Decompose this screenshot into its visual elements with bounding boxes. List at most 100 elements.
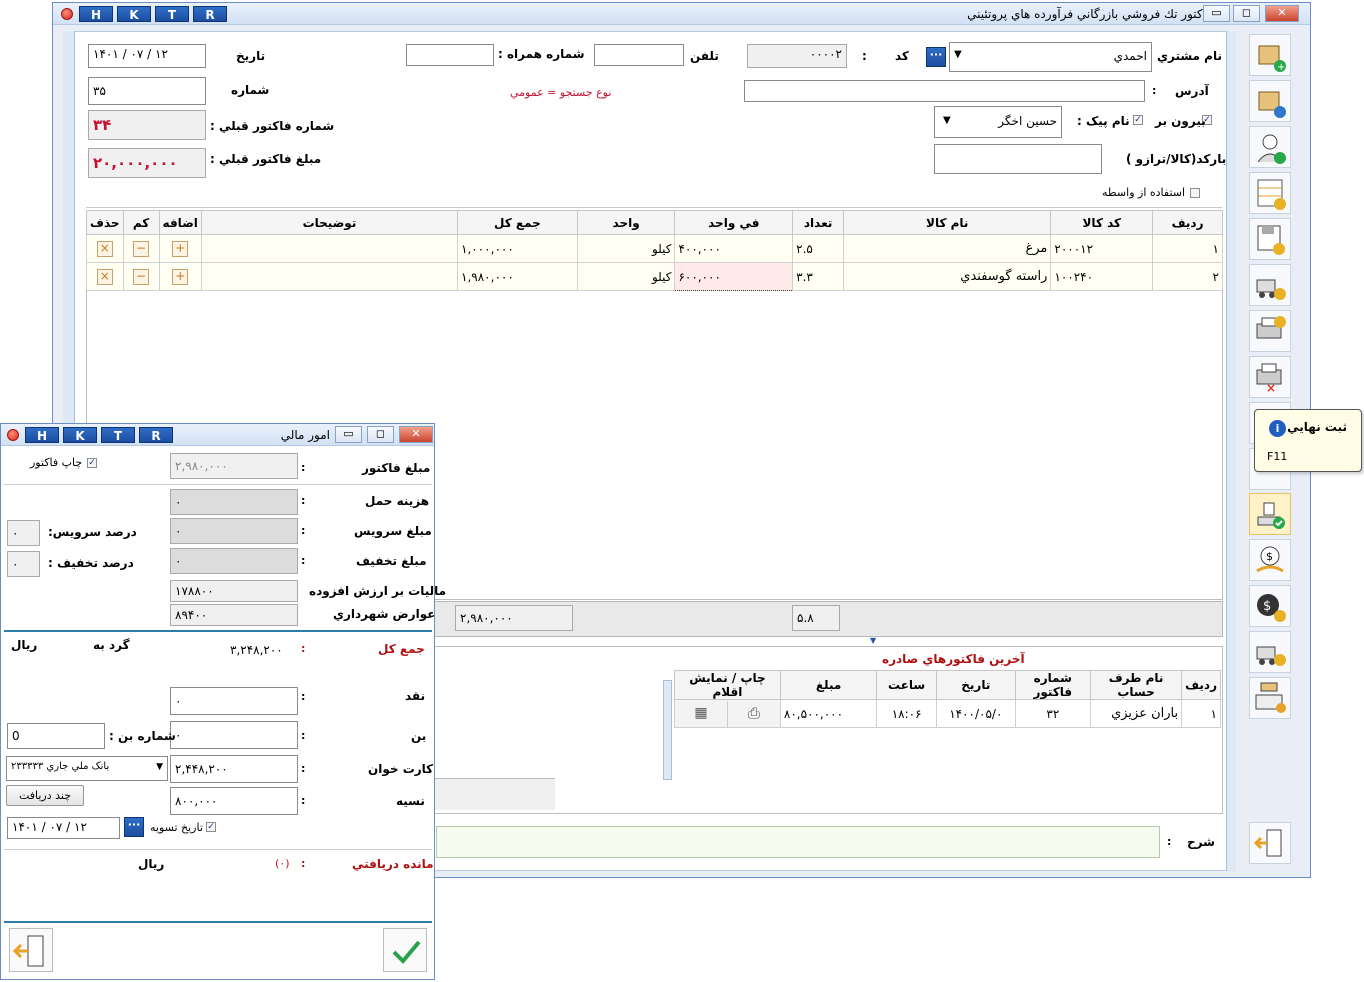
payment-button[interactable]: $ — [1249, 539, 1291, 581]
cell-unit-price[interactable]: ۶۰۰,۰۰۰ — [674, 262, 794, 291]
print-invoice-checkbox[interactable]: ✓ — [87, 458, 97, 468]
recent-splitter[interactable] — [663, 680, 672, 780]
credit-field[interactable]: ۸۰۰,۰۰۰ — [170, 787, 298, 815]
close-button[interactable]: ✕ — [1265, 5, 1299, 22]
h-button[interactable]: H — [79, 6, 113, 22]
col-date[interactable]: تاريخ — [935, 670, 1016, 700]
intermediary-label: استفاده از واسطه — [1102, 186, 1186, 199]
cell-unit-price[interactable]: ۴۰۰,۰۰۰ — [674, 234, 794, 263]
h-button[interactable]: H — [25, 427, 59, 443]
col-delete[interactable]: حذف — [86, 210, 124, 235]
cell-desc[interactable] — [200, 234, 459, 263]
remaining-label: مانده دريافتي — [352, 857, 434, 871]
delete-icon[interactable]: × — [96, 240, 113, 257]
finance-exit-button[interactable] — [9, 928, 53, 972]
delivery-view-button[interactable] — [1249, 264, 1291, 306]
currency-button[interactable]: $ — [1249, 585, 1291, 627]
cell-desc[interactable] — [200, 262, 459, 291]
col-minus[interactable]: كم — [122, 210, 160, 235]
maximize-button[interactable]: ◻ — [367, 426, 394, 443]
table-row[interactable]: ۲ ۱۰۰۲۴۰ راسته گوسفندي ۳.۳ ۶۰۰,۰۰۰ كيلو … — [86, 262, 1223, 291]
col-qty[interactable]: تعداد — [792, 210, 845, 235]
intermediary-checkbox[interactable] — [1190, 188, 1200, 198]
scale-button[interactable] — [1249, 677, 1291, 719]
printer-icon[interactable]: ⎙ — [726, 700, 780, 727]
plus-icon[interactable]: + — [172, 240, 189, 257]
k-button[interactable]: K — [63, 427, 97, 443]
print-pay-button[interactable] — [1249, 310, 1291, 352]
minus-icon[interactable]: − — [133, 268, 150, 285]
col-total[interactable]: جمع كل — [457, 210, 578, 235]
multi-receive-button[interactable]: چند دريافت — [6, 785, 84, 806]
r-button[interactable]: R — [193, 6, 227, 22]
add-customer-button[interactable] — [1249, 126, 1291, 168]
edit-product-button[interactable] — [1249, 80, 1291, 122]
save-view-button[interactable] — [1249, 218, 1291, 260]
k-button[interactable]: K — [117, 6, 151, 22]
cash-field[interactable]: ۰ — [170, 687, 298, 715]
discount-amount-field[interactable]: ۰ — [170, 548, 298, 574]
col-amount[interactable]: مبلغ — [779, 670, 878, 700]
chevron-down-icon[interactable]: ▼ — [156, 762, 163, 772]
col-code[interactable]: كد كالا — [1050, 210, 1154, 235]
bank-select[interactable]: بانک ملي جاري ۲۳۳۳۳۳ ▼ — [6, 756, 168, 781]
service-percent-field[interactable]: ۰ — [7, 520, 40, 546]
maximize-button[interactable]: ◻ — [1233, 5, 1260, 22]
date-field[interactable]: ۱۴۰۱ / ۰۷ / ۱۲ — [88, 44, 206, 68]
col-time[interactable]: ساعت — [876, 670, 937, 700]
settle-date-checkbox[interactable]: ✓ — [206, 822, 216, 832]
service-amount-field[interactable]: ۰ — [170, 518, 298, 544]
chevron-down-icon[interactable]: ▼ — [943, 115, 951, 126]
col-row[interactable]: رديف — [1152, 210, 1223, 235]
delivery-pay-button[interactable] — [1249, 631, 1291, 673]
customer-search-button[interactable]: ··· — [926, 47, 946, 67]
transport-cost-field[interactable]: ۰ — [170, 489, 298, 515]
col-add[interactable]: اضافه — [158, 210, 202, 235]
minimize-button[interactable]: ▭ — [335, 426, 362, 443]
barcode-field[interactable] — [934, 144, 1102, 174]
delete-icon[interactable]: × — [96, 268, 113, 285]
courier-checkbox[interactable]: ✓ — [1133, 115, 1143, 125]
price-list-button[interactable] — [1249, 172, 1291, 214]
right-splitter[interactable] — [1226, 31, 1236, 871]
phone-field[interactable] — [594, 44, 684, 66]
courier-select[interactable]: حسين اخگر ▼ — [934, 106, 1062, 138]
col-print[interactable]: چاپ / نمايش اقلام — [674, 670, 781, 700]
chevron-down-icon[interactable]: ▼ — [954, 49, 962, 60]
t-button[interactable]: T — [155, 6, 189, 22]
col-row[interactable]: رديف — [1181, 670, 1221, 700]
collapse-arrow-icon[interactable]: ▼ — [870, 636, 876, 645]
customer-name-select[interactable]: احمدي ▼ — [949, 42, 1152, 72]
address-field[interactable] — [744, 80, 1145, 102]
voucher-label: بن — [411, 729, 427, 743]
exit-button[interactable] — [1249, 822, 1291, 864]
r-button[interactable]: R — [139, 427, 173, 443]
print-cancel-button[interactable]: × — [1249, 356, 1291, 398]
final-register-button[interactable] — [1249, 493, 1291, 535]
table-row[interactable]: ۱ ۲۰۰۰۱۲ مرغ ۲.۵ ۴۰۰,۰۰۰ كيلو ۱,۰۰۰,۰۰۰ … — [86, 234, 1223, 263]
confirm-button[interactable] — [383, 928, 427, 972]
minus-icon[interactable]: − — [133, 240, 150, 257]
card-field[interactable]: ۲,۴۴۸,۲۰۰ — [170, 755, 298, 783]
col-unit-price[interactable]: في واحد — [674, 210, 794, 235]
mobile-field[interactable] — [406, 44, 494, 66]
col-unit[interactable]: واحد — [576, 210, 676, 235]
col-name[interactable]: نام كالا — [843, 210, 1052, 235]
discount-percent-field[interactable]: ۰ — [7, 551, 40, 577]
col-invoice-no[interactable]: شماره فاكتور — [1014, 670, 1092, 700]
number-field[interactable]: ۳۵ — [88, 77, 206, 105]
description-field[interactable] — [436, 826, 1160, 858]
plus-icon[interactable]: + — [172, 268, 189, 285]
voucher-no-field[interactable]: 0 — [7, 723, 105, 749]
settle-date-field[interactable]: ۱۴۰۱ / ۰۷ / ۱۲ — [7, 817, 120, 839]
voucher-field[interactable]: ۰ — [170, 721, 298, 749]
col-party[interactable]: نام طرف حساب — [1090, 670, 1183, 700]
new-product-button[interactable]: + — [1249, 34, 1291, 76]
settle-date-picker-button[interactable]: ··· — [124, 817, 144, 837]
col-desc[interactable]: توضيحات — [200, 210, 459, 235]
close-button[interactable]: ✕ — [399, 426, 433, 443]
t-button[interactable]: T — [101, 427, 135, 443]
table-row[interactable]: ۱ باران عزيزي ۳۲ ۱۴۰۰/۰۵/۰ ۱۸:۰۶ ۸۰,۵۰۰,… — [674, 699, 1221, 728]
preview-icon[interactable]: ▦ — [675, 701, 727, 727]
minimize-button[interactable]: ▭ — [1203, 5, 1230, 22]
